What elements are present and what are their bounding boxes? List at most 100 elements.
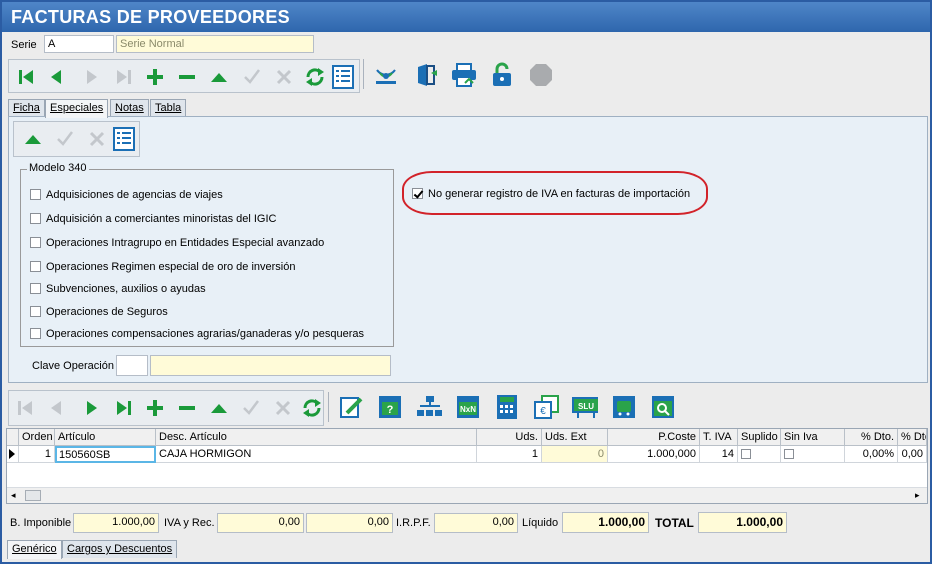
cancel-icon[interactable] xyxy=(271,64,297,90)
previous-record-icon[interactable] xyxy=(43,395,69,421)
add-icon[interactable] xyxy=(142,64,168,90)
checkbox[interactable] xyxy=(30,213,41,224)
add-icon[interactable] xyxy=(142,395,168,421)
tab-especiales[interactable]: Especiales xyxy=(45,99,109,118)
unlock-icon[interactable] xyxy=(489,62,515,88)
first-record-icon[interactable] xyxy=(13,64,39,90)
column-header[interactable]: P.Coste xyxy=(608,429,700,446)
tab-notas[interactable]: Notas xyxy=(110,99,149,117)
refresh-icon[interactable] xyxy=(299,395,325,421)
up-icon[interactable] xyxy=(206,64,232,90)
scroll-right-icon[interactable]: ▸ xyxy=(915,490,920,501)
option-label: Operaciones de Seguros xyxy=(46,305,168,318)
invoice-window: FACTURAS DE PROVEEDORES Serie A Serie No… xyxy=(0,0,932,564)
next-record-icon[interactable] xyxy=(79,395,105,421)
modelo-340-group: Modelo 340 Adquisiciones de agencias de … xyxy=(20,162,394,347)
irpf-label: I.R.P.F. xyxy=(396,517,431,529)
option-subvenciones[interactable]: Subvenciones, auxilios o ayudas xyxy=(30,280,212,297)
suplido-checkbox[interactable] xyxy=(741,449,751,459)
especiales-panel: Modelo 340 Adquisiciones de agencias de … xyxy=(8,116,928,383)
print-icon[interactable] xyxy=(450,62,476,88)
search-icon[interactable] xyxy=(650,394,676,420)
scroll-left-icon[interactable]: ◂ xyxy=(11,490,16,501)
help-icon[interactable]: ? xyxy=(377,394,403,420)
cell-suplido[interactable] xyxy=(738,446,781,463)
transport-icon[interactable] xyxy=(611,394,637,420)
checkbox[interactable] xyxy=(30,189,41,200)
cell-pcoste[interactable]: 1.000,000 xyxy=(608,446,700,463)
last-record-icon[interactable] xyxy=(111,64,137,90)
column-header[interactable]: % Dto xyxy=(898,429,927,446)
scroll-thumb[interactable] xyxy=(25,490,41,501)
cell-dto[interactable]: 0,00% xyxy=(845,446,898,463)
cancel-icon[interactable] xyxy=(84,126,110,152)
column-header[interactable]: % Dto. xyxy=(845,429,898,446)
cell-sin-iva[interactable] xyxy=(781,446,845,463)
serie-input[interactable]: A xyxy=(44,35,114,53)
cell-dto2[interactable]: 0,00 xyxy=(898,446,927,463)
confirm-icon[interactable] xyxy=(52,126,78,152)
wireless-icon[interactable] xyxy=(373,62,399,88)
sin-iva-checkbox[interactable] xyxy=(784,449,794,459)
column-header[interactable]: Suplido xyxy=(738,429,781,446)
tab-cargos-descuentos[interactable]: Cargos y Descuentos xyxy=(62,540,178,558)
cancel-icon[interactable] xyxy=(270,395,296,421)
column-header[interactable]: Artículo xyxy=(55,429,156,446)
next-record-icon[interactable] xyxy=(79,64,105,90)
stop-icon[interactable] xyxy=(528,62,554,88)
lines-nav-toolbar xyxy=(8,390,324,426)
column-header[interactable]: Sin Iva xyxy=(781,429,845,446)
option-label: Adquisición a comerciantes minoristas de… xyxy=(46,212,277,225)
cell-orden[interactable]: 1 xyxy=(19,446,55,463)
option-intragrupo[interactable]: Operaciones Intragrupo en Entidades Espe… xyxy=(30,234,330,251)
option-compensaciones-agrarias[interactable]: Operaciones compensaciones agrarias/gana… xyxy=(30,325,370,342)
column-header[interactable]: Uds. Ext xyxy=(542,429,608,446)
checkbox[interactable] xyxy=(30,261,41,272)
up-icon[interactable] xyxy=(20,126,46,152)
previous-record-icon[interactable] xyxy=(43,64,69,90)
cell-desc-articulo[interactable]: CAJA HORMIGON xyxy=(156,446,477,463)
confirm-icon[interactable] xyxy=(238,395,264,421)
option-agencias-viajes[interactable]: Adquisiciones de agencias de viajes xyxy=(30,186,229,203)
cell-uds-ext[interactable]: 0 xyxy=(542,446,608,463)
list-icon[interactable] xyxy=(111,126,137,152)
horizontal-scrollbar[interactable]: ◂ ▸ xyxy=(7,487,927,503)
edit-icon[interactable] xyxy=(339,394,365,420)
delete-icon[interactable] xyxy=(174,395,200,421)
currency-icon[interactable]: € xyxy=(533,394,559,420)
option-comerciantes-minoristas[interactable]: Adquisición a comerciantes minoristas de… xyxy=(30,210,282,227)
last-record-icon[interactable] xyxy=(111,395,137,421)
checkbox[interactable] xyxy=(30,328,41,339)
tree-icon[interactable] xyxy=(416,394,442,420)
column-header[interactable]: Desc. Artículo xyxy=(156,429,477,446)
row-indicator-header xyxy=(7,429,19,446)
exit-door-icon[interactable] xyxy=(413,62,439,88)
option-seguros[interactable]: Operaciones de Seguros xyxy=(30,303,174,320)
delete-icon[interactable] xyxy=(174,64,200,90)
tab-ficha[interactable]: Ficha xyxy=(8,99,45,117)
cell-articulo[interactable]: 150560SB xyxy=(55,446,156,463)
cell-tiva[interactable]: 14 xyxy=(700,446,738,463)
first-record-icon[interactable] xyxy=(12,395,38,421)
option-oro-inversion[interactable]: Operaciones Regimen especial de oro de i… xyxy=(30,258,301,275)
clave-operacion-code[interactable] xyxy=(116,355,148,376)
checkbox[interactable] xyxy=(30,306,41,317)
slu-icon[interactable]: SLU xyxy=(572,394,598,420)
up-icon[interactable] xyxy=(206,395,232,421)
invoice-lines-grid: Orden Artículo Desc. Artículo Uds. Uds. … xyxy=(6,428,928,504)
confirm-icon[interactable] xyxy=(239,64,265,90)
refresh-icon[interactable] xyxy=(302,64,328,90)
main-toolbar xyxy=(8,59,360,93)
column-header[interactable]: Orden xyxy=(19,429,55,446)
checkbox[interactable] xyxy=(30,237,41,248)
column-header[interactable]: T. IVA xyxy=(700,429,738,446)
checkbox[interactable] xyxy=(30,283,41,294)
column-header[interactable]: Uds. xyxy=(477,429,542,446)
cell-uds[interactable]: 1 xyxy=(477,446,542,463)
nxn-icon[interactable]: NxN xyxy=(455,394,481,420)
tab-generico[interactable]: Genérico xyxy=(7,540,62,559)
serie-description-field: Serie Normal xyxy=(116,35,314,53)
calculator-icon[interactable] xyxy=(494,394,520,420)
list-icon[interactable] xyxy=(330,64,356,90)
tab-tabla[interactable]: Tabla xyxy=(150,99,187,117)
